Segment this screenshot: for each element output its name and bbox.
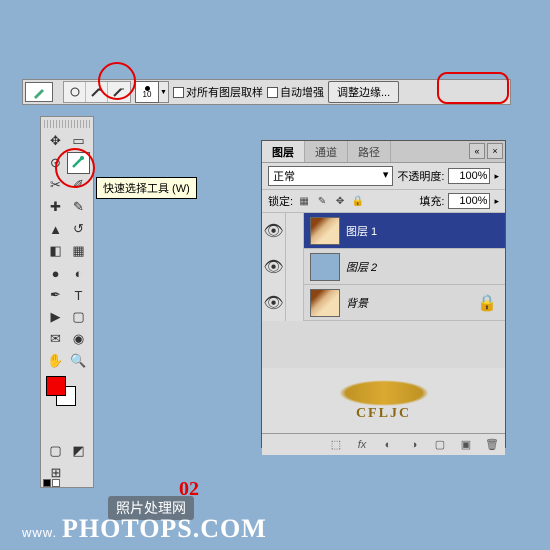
subtract-selection-button[interactable] xyxy=(108,82,130,102)
brush-size-value: 10 xyxy=(143,91,152,99)
history-brush-tool[interactable]: ↺ xyxy=(67,218,90,240)
standard-mode[interactable]: ▢ xyxy=(44,440,67,462)
move-tool[interactable]: ✥ xyxy=(44,130,67,152)
gradient-tool[interactable]: ▦ xyxy=(67,240,90,262)
group-button[interactable]: ▢ xyxy=(431,437,449,453)
sample-all-label: 对所有图层取样 xyxy=(186,84,263,100)
panel-empty-area: CFLJC xyxy=(262,368,505,433)
screen-mode[interactable]: ⊞ xyxy=(44,462,68,484)
dragon-ornament xyxy=(339,380,429,406)
options-bar: 10 ▼ 对所有图层取样 自动增强 调整边缘... xyxy=(22,79,511,105)
lock-all-icon[interactable]: 🔒 xyxy=(351,194,365,208)
lock-transparency-icon[interactable]: ▦ xyxy=(297,194,311,208)
lasso-tool[interactable]: ⊙ xyxy=(44,152,67,174)
eraser-tool[interactable]: ◧ xyxy=(44,240,67,262)
lock-label: 锁定: xyxy=(268,193,293,209)
selection-mode-group xyxy=(63,81,131,103)
opacity-label: 不透明度: xyxy=(397,168,444,184)
blur-tool[interactable]: ● xyxy=(44,262,67,284)
auto-enhance-checkbox[interactable]: 自动增强 xyxy=(267,84,324,100)
sample-all-checkbox[interactable]: 对所有图层取样 xyxy=(173,84,263,100)
quickmask-mode[interactable]: ◩ xyxy=(67,440,90,462)
new-selection-button[interactable] xyxy=(64,82,86,102)
layers-panel: «× 图层 通道 路径 正常▾ 不透明度: 100%▸ 锁定: ▦ ✎ ✥ 🔒 … xyxy=(261,140,506,448)
brush-preview[interactable]: 10 xyxy=(135,81,159,103)
hand-tool[interactable]: ✋ xyxy=(44,350,67,372)
color-swatches xyxy=(44,376,90,416)
opacity-input[interactable]: 100% xyxy=(448,168,490,184)
fill-label: 填充: xyxy=(419,193,444,209)
tool-preset[interactable] xyxy=(25,82,53,102)
layer-name: 图层 2 xyxy=(346,259,377,275)
link-layers-button[interactable]: ⬚ xyxy=(327,437,345,453)
layer-name: 图层 1 xyxy=(346,223,377,239)
logo-text: CFLJC xyxy=(356,406,411,422)
delete-layer-button[interactable]: 🗑 xyxy=(483,437,501,453)
auto-enhance-label: 自动增强 xyxy=(280,84,324,100)
stamp-tool[interactable]: ▲ xyxy=(44,218,67,240)
toolbox-grip[interactable] xyxy=(44,120,90,128)
link-cell[interactable] xyxy=(286,249,304,285)
layer-thumbnail[interactable] xyxy=(310,217,340,245)
tab-paths[interactable]: 路径 xyxy=(348,141,391,162)
shape-tool[interactable]: ▢ xyxy=(67,306,90,328)
brush-tool[interactable]: ✎ xyxy=(67,196,90,218)
marquee-tool[interactable]: ▭ xyxy=(67,130,90,152)
mask-button[interactable]: ◐ xyxy=(379,437,397,453)
layer-row[interactable]: 👁 图层 2 xyxy=(262,249,505,285)
tab-channels[interactable]: 通道 xyxy=(305,141,348,162)
blend-mode-select[interactable]: 正常▾ xyxy=(268,166,393,186)
healing-tool[interactable]: ✚ xyxy=(44,196,67,218)
pen-tool[interactable]: ✒ xyxy=(44,284,67,306)
link-cell[interactable] xyxy=(286,285,304,321)
eyedropper2-tool[interactable]: ◉ xyxy=(67,328,90,350)
fx-button[interactable]: fx xyxy=(353,437,371,453)
eyedropper-tool[interactable]: ✐ xyxy=(67,174,90,196)
new-layer-button[interactable]: ▣ xyxy=(457,437,475,453)
tooltip: 快速选择工具 (W) xyxy=(96,177,197,199)
layer-list: 👁 图层 1 👁 图层 2 👁 背景 🔒 xyxy=(262,213,505,368)
brush-dropdown[interactable]: ▼ xyxy=(159,81,169,103)
watermark-www: www. xyxy=(22,525,57,540)
visibility-icon[interactable]: 👁 xyxy=(262,285,286,321)
quick-select-tool[interactable] xyxy=(67,152,90,174)
add-selection-button[interactable] xyxy=(86,82,108,102)
panel-footer: ⬚ fx ◐ ◑ ▢ ▣ 🗑 xyxy=(262,433,505,455)
lock-image-icon[interactable]: ✎ xyxy=(315,194,329,208)
panel-collapse-icon[interactable]: « xyxy=(469,143,485,159)
lock-icon: 🔒 xyxy=(477,293,497,313)
link-cell[interactable] xyxy=(286,213,304,249)
dodge-tool[interactable]: ◐ xyxy=(67,262,90,284)
refine-edge-button[interactable]: 调整边缘... xyxy=(328,81,399,103)
visibility-icon[interactable]: 👁 xyxy=(262,249,286,285)
layer-row[interactable]: 👁 图层 1 xyxy=(262,213,505,249)
toolbox: ✥▭ ⊙ ✂✐ ✚✎ ▲↺ ◧▦ ●◐ ✒T ▶▢ ✉◉ ✋🔍 ▢◩ ⊞ xyxy=(40,116,94,488)
crop-tool[interactable]: ✂ xyxy=(44,174,67,196)
type-tool[interactable]: T xyxy=(67,284,90,306)
layer-thumbnail[interactable] xyxy=(310,289,340,317)
lock-position-icon[interactable]: ✥ xyxy=(333,194,347,208)
layer-thumbnail[interactable] xyxy=(310,253,340,281)
tab-layers[interactable]: 图层 xyxy=(262,141,305,162)
path-select-tool[interactable]: ▶ xyxy=(44,306,67,328)
panel-close-icon[interactable]: × xyxy=(487,143,503,159)
layer-name: 背景 xyxy=(346,295,368,311)
visibility-icon[interactable]: 👁 xyxy=(262,213,286,249)
adjustment-button[interactable]: ◑ xyxy=(405,437,423,453)
layer-row[interactable]: 👁 背景 🔒 xyxy=(262,285,505,321)
watermark-domain: PHOTOPS.COM xyxy=(62,514,267,544)
zoom-tool[interactable]: 🔍 xyxy=(67,350,90,372)
fill-input[interactable]: 100% xyxy=(448,193,490,209)
notes-tool[interactable]: ✉ xyxy=(44,328,67,350)
foreground-color[interactable] xyxy=(46,376,66,396)
